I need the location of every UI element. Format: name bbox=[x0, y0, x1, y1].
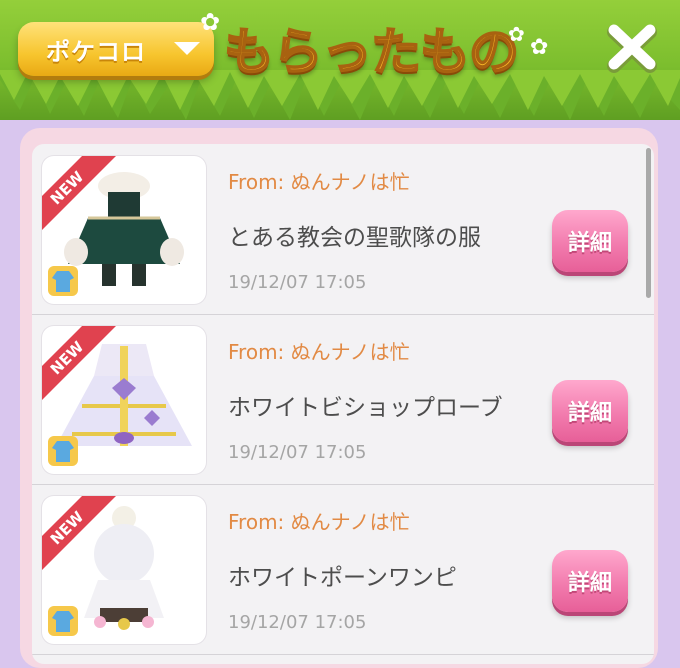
detail-button-label: 詳細 bbox=[567, 231, 612, 256]
dress-icon bbox=[48, 266, 78, 296]
timestamp: 19/12/07 17:05 bbox=[228, 612, 367, 633]
item-thumbnail[interactable]: NEW bbox=[42, 156, 206, 304]
item-thumbnail[interactable]: NEW bbox=[42, 326, 206, 474]
page-title: もらったもの bbox=[223, 22, 520, 82]
detail-button[interactable]: 詳細 bbox=[552, 380, 628, 442]
detail-button-label: 詳細 bbox=[567, 571, 612, 596]
item-name: とある教会の聖歌隊の服 bbox=[228, 225, 481, 251]
list-item[interactable]: NEW From: ぬんナノは忙 とある教会の聖歌隊の服 19/12/07 17… bbox=[32, 144, 654, 315]
sender-label: From: ぬんナノは忙 bbox=[228, 340, 410, 364]
chevron-down-icon bbox=[174, 42, 200, 55]
detail-button-label: 詳細 bbox=[567, 401, 612, 426]
dropdown-label: ポケコロ bbox=[46, 37, 146, 66]
list-item[interactable]: NEW From: ぬんナノは忙 ホワイトビショップローブ 19/12/07 1… bbox=[32, 314, 654, 485]
sender-label: From: ぬんナノは忙 bbox=[228, 510, 410, 534]
timestamp: 19/12/07 17:05 bbox=[228, 272, 367, 293]
detail-button[interactable]: 詳細 bbox=[552, 550, 628, 612]
flower-icon: ✿ bbox=[200, 8, 221, 36]
flower-icon: ✿ bbox=[508, 22, 525, 46]
category-dropdown[interactable]: ポケコロ bbox=[18, 22, 214, 76]
gift-list[interactable]: NEW From: ぬんナノは忙 とある教会の聖歌隊の服 19/12/07 17… bbox=[32, 144, 654, 664]
list-item[interactable]: NEW From: ぬんナノは忙 ホワイトポーンワンピ 19/12/07 17:… bbox=[32, 484, 654, 655]
sender-label: From: ぬんナノは忙 bbox=[228, 170, 410, 194]
item-name: ホワイトポーンワンピ bbox=[228, 565, 457, 591]
item-thumbnail[interactable]: NEW bbox=[42, 496, 206, 644]
dress-icon bbox=[48, 606, 78, 636]
timestamp: 19/12/07 17:05 bbox=[228, 442, 367, 463]
close-icon bbox=[607, 24, 657, 73]
flower-icon: ✿ bbox=[530, 35, 549, 60]
scrollbar[interactable] bbox=[646, 148, 651, 298]
detail-button[interactable]: 詳細 bbox=[552, 210, 628, 272]
header-bar: ポケコロ もらったもの ✿ ✿ ✿ bbox=[0, 0, 680, 120]
dress-icon bbox=[48, 436, 78, 466]
close-button[interactable] bbox=[600, 20, 664, 78]
item-name: ホワイトビショップローブ bbox=[228, 395, 503, 421]
